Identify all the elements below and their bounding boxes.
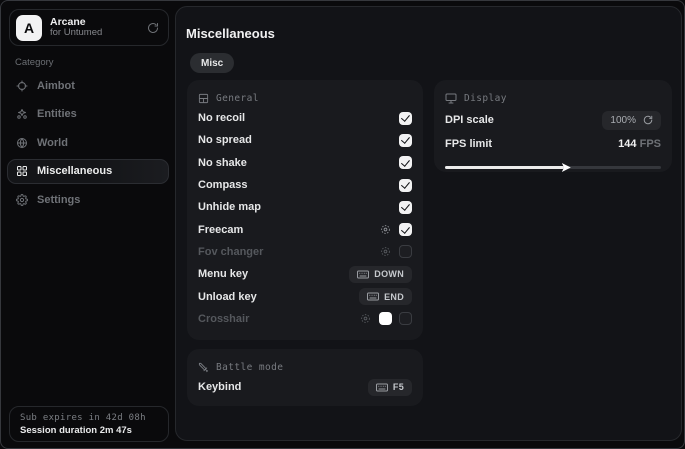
- sidebar: A Arcane for Untumed Category Aimbot: [1, 1, 175, 448]
- sidebar-item-label: Aimbot: [37, 80, 75, 92]
- setting-row-unhide-map: Unhide map: [198, 196, 412, 218]
- setting-label: No shake: [198, 157, 399, 169]
- fps-slider-fill: [445, 166, 564, 169]
- sidebar-item-aimbot[interactable]: Aimbot: [7, 73, 169, 98]
- no-shake-checkbox[interactable]: [399, 156, 412, 169]
- fps-number: 144: [618, 138, 636, 150]
- freecam-checkbox[interactable]: [399, 223, 412, 236]
- setting-label: Freecam: [198, 224, 380, 236]
- battle-keybind-value: F5: [393, 382, 404, 392]
- layout-grid-icon: [198, 93, 209, 104]
- setting-row-no-shake: No shake: [198, 152, 412, 174]
- sidebar-item-label: Miscellaneous: [37, 165, 112, 177]
- battle-mode-panel: Battle mode Keybind F5: [187, 349, 423, 406]
- setting-row-no-recoil: No recoil: [198, 107, 412, 129]
- general-panel: General No recoil No spread No shake Com…: [187, 80, 423, 340]
- battle-keybind-binding[interactable]: F5: [368, 379, 412, 396]
- entities-icon: [16, 108, 28, 120]
- setting-row-no-spread: No spread: [198, 129, 412, 151]
- tab-misc[interactable]: Misc: [190, 53, 234, 73]
- display-panel-header: Display: [445, 89, 661, 107]
- subscription-status-card: Sub expires in 42d 08h Session duration …: [9, 406, 169, 442]
- display-panel: Display DPI scale 100% FPS limit 144 FPS: [434, 80, 672, 172]
- setting-label: FPS limit: [445, 138, 618, 150]
- fps-unit: FPS: [640, 138, 661, 150]
- setting-row-freecam: Freecam: [198, 218, 412, 240]
- fps-limit-slider[interactable]: [445, 162, 661, 172]
- keyboard-icon: [376, 383, 388, 392]
- setting-label: No spread: [198, 134, 399, 146]
- compass-checkbox[interactable]: [399, 179, 412, 192]
- monitor-icon: [445, 93, 457, 104]
- page-title: Miscellaneous: [186, 26, 275, 41]
- display-panel-title: Display: [464, 93, 507, 104]
- reset-icon[interactable]: [643, 115, 653, 125]
- fov-changer-checkbox[interactable]: [399, 245, 412, 258]
- menu-key-value: DOWN: [374, 269, 404, 279]
- unload-key-binding[interactable]: END: [359, 288, 412, 305]
- brand-subtitle: for Untumed: [50, 28, 147, 39]
- brand-card: A Arcane for Untumed: [9, 9, 169, 46]
- main-content: Miscellaneous Misc General No recoil No …: [175, 6, 682, 441]
- sidebar-nav: Aimbot Entities World M: [7, 73, 169, 216]
- app-logo: A: [16, 15, 42, 41]
- gear-icon: [16, 194, 28, 206]
- app-window: { "sidebar": { "brand": { "initial": "A"…: [0, 0, 685, 449]
- setting-row-unload-key: Unload key END: [198, 285, 412, 307]
- sidebar-item-miscellaneous[interactable]: Miscellaneous: [7, 159, 169, 184]
- setting-label: Menu key: [198, 268, 349, 280]
- setting-row-fps-limit: FPS limit 144 FPS: [445, 133, 661, 155]
- unhide-map-checkbox[interactable]: [399, 201, 412, 214]
- dpi-scale-control[interactable]: 100%: [602, 111, 661, 130]
- sidebar-item-world[interactable]: World: [7, 130, 169, 155]
- setting-row-dpi-scale: DPI scale 100%: [445, 107, 661, 133]
- sub-expires-text: Sub expires in 42d 08h: [20, 413, 158, 423]
- setting-label: No recoil: [198, 112, 399, 124]
- brand-text: Arcane for Untumed: [50, 16, 147, 39]
- crosshair-icon: [16, 80, 28, 92]
- category-label: Category: [15, 57, 54, 68]
- no-recoil-checkbox[interactable]: [399, 112, 412, 125]
- sidebar-item-entities[interactable]: Entities: [7, 102, 169, 127]
- menu-key-binding[interactable]: DOWN: [349, 266, 412, 283]
- setting-label: Compass: [198, 179, 399, 191]
- setting-label: DPI scale: [445, 114, 602, 126]
- setting-label: Crosshair: [198, 313, 360, 325]
- unload-key-value: END: [384, 292, 404, 302]
- crosshair-checkbox[interactable]: [399, 312, 412, 325]
- session-duration-text: Session duration 2m 47s: [20, 425, 158, 436]
- setting-row-fov-changer: Fov changer: [198, 241, 412, 263]
- sidebar-item-label: Entities: [37, 108, 77, 120]
- general-panel-header: General: [198, 89, 412, 107]
- keyboard-icon: [357, 270, 369, 279]
- battle-mode-panel-title: Battle mode: [216, 362, 283, 373]
- sidebar-item-label: Settings: [37, 194, 80, 206]
- fps-limit-value: 144 FPS: [618, 138, 661, 150]
- refresh-icon[interactable]: [147, 22, 159, 34]
- general-panel-title: General: [216, 93, 259, 104]
- freecam-settings-gear-icon[interactable]: [380, 224, 391, 235]
- globe-icon: [16, 137, 28, 149]
- keyboard-icon: [367, 292, 379, 301]
- setting-label: Unhide map: [198, 201, 399, 213]
- sidebar-item-label: World: [37, 137, 68, 149]
- setting-row-compass: Compass: [198, 174, 412, 196]
- grid-icon: [16, 165, 28, 177]
- dpi-scale-value: 100%: [610, 115, 636, 126]
- sidebar-item-settings[interactable]: Settings: [7, 187, 169, 212]
- setting-label: Fov changer: [198, 246, 380, 258]
- setting-row-keybind: Keybind F5: [198, 376, 412, 398]
- no-spread-checkbox[interactable]: [399, 134, 412, 147]
- crosshair-color-swatch[interactable]: [379, 312, 392, 325]
- setting-row-crosshair: Crosshair: [198, 308, 412, 330]
- setting-row-menu-key: Menu key DOWN: [198, 263, 412, 285]
- setting-label: Keybind: [198, 381, 368, 393]
- crosshair-settings-gear-icon[interactable]: [360, 313, 371, 324]
- battle-mode-panel-header: Battle mode: [198, 358, 412, 376]
- sword-icon: [198, 362, 209, 373]
- setting-label: Unload key: [198, 291, 359, 303]
- fov-settings-gear-icon[interactable]: [380, 246, 391, 257]
